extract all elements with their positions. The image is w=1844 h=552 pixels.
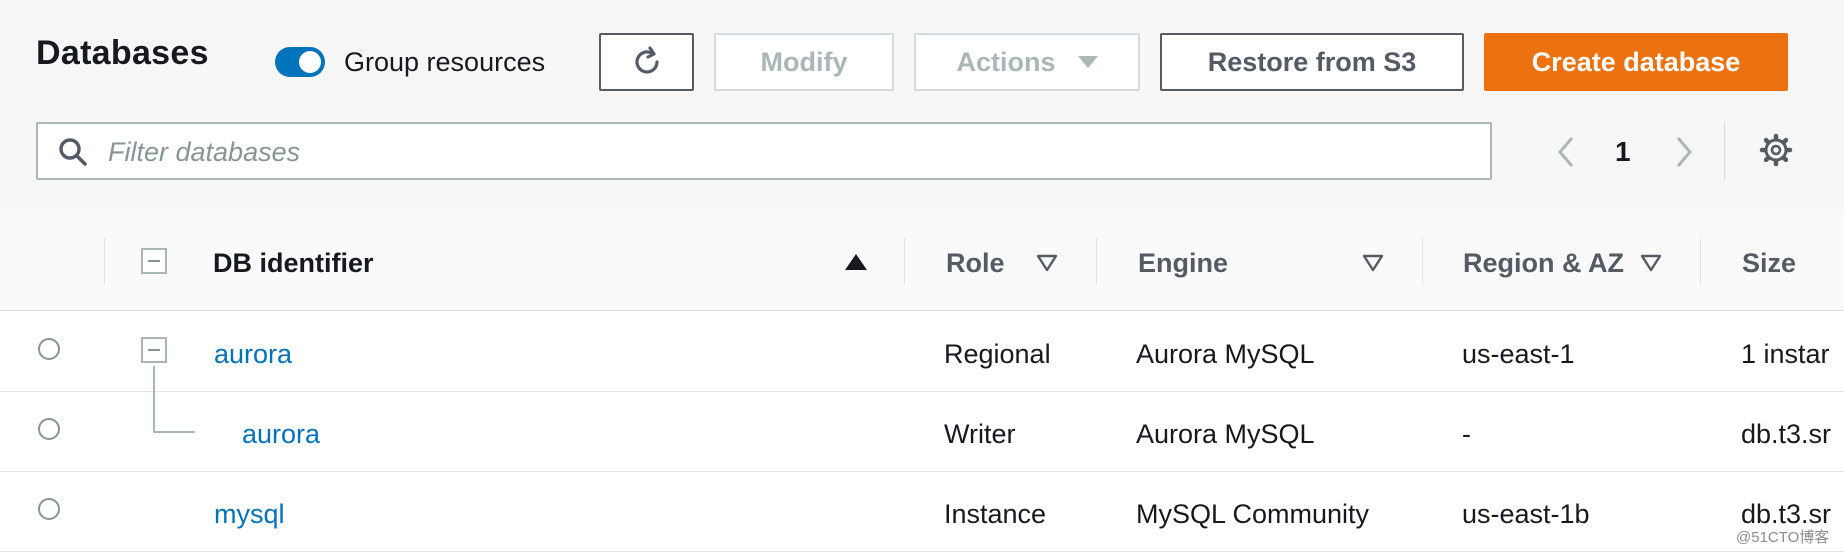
tree-connector	[153, 366, 155, 432]
db-identifier-link[interactable]: mysql	[214, 499, 285, 530]
actions-button-label: Actions	[956, 46, 1056, 77]
region-cell: us-east-1b	[1462, 499, 1590, 529]
previous-page-icon[interactable]	[1554, 134, 1578, 170]
search-field[interactable]	[36, 122, 1492, 180]
db-identifier-link[interactable]: aurora	[214, 339, 292, 370]
role-cell: Regional	[944, 339, 1051, 369]
toggle-knob	[299, 51, 321, 73]
collapse-row-icon[interactable]	[141, 337, 167, 363]
size-cell: 1 instar	[1741, 339, 1830, 369]
column-role[interactable]: Role	[946, 248, 1005, 279]
actions-button[interactable]: Actions	[914, 33, 1140, 91]
column-size[interactable]: Size	[1742, 248, 1796, 279]
refresh-icon	[634, 46, 659, 74]
column-divider	[1700, 238, 1701, 284]
sort-icon[interactable]	[1036, 254, 1058, 272]
gear-icon[interactable]	[1758, 132, 1794, 168]
search-icon	[59, 138, 87, 166]
column-divider	[904, 238, 905, 284]
table-row[interactable]: mysql Instance MySQL Community us-east-1…	[0, 472, 1844, 552]
column-db-identifier[interactable]: DB identifier	[213, 248, 374, 279]
db-identifier-link[interactable]: aurora	[242, 419, 320, 450]
region-cell: us-east-1	[1462, 339, 1575, 369]
role-cell: Writer	[944, 419, 1016, 449]
modify-button-label: Modify	[760, 46, 848, 77]
refresh-button[interactable]	[599, 33, 694, 91]
caret-down-icon	[1077, 56, 1098, 68]
page-title: Databases	[36, 34, 209, 72]
column-divider	[1422, 238, 1423, 284]
row-select-radio[interactable]	[38, 418, 60, 440]
group-resources-label: Group resources	[344, 47, 546, 77]
watermark: @51CTO博客	[1736, 529, 1830, 546]
table-row[interactable]: aurora Writer Aurora MySQL - db.t3.sr	[0, 392, 1844, 472]
role-cell: Instance	[944, 499, 1047, 529]
column-divider	[1096, 238, 1097, 284]
row-select-radio[interactable]	[38, 498, 60, 520]
region-cell: -	[1462, 419, 1471, 449]
create-button-label: Create database	[1531, 46, 1741, 77]
restore-from-s3-button[interactable]: Restore from S3	[1160, 33, 1464, 91]
sort-ascending-icon[interactable]	[844, 252, 868, 272]
column-divider	[104, 238, 105, 284]
create-database-button[interactable]: Create database	[1484, 33, 1788, 91]
column-engine[interactable]: Engine	[1138, 248, 1228, 279]
search-input[interactable]	[106, 132, 1470, 172]
column-region-az[interactable]: Region & AZ	[1463, 248, 1624, 279]
page-header: Databases Group resources Modify Actions…	[0, 0, 1844, 213]
restore-button-label: Restore from S3	[1207, 46, 1417, 77]
row-select-radio[interactable]	[38, 338, 60, 360]
current-page-number[interactable]: 1	[1615, 136, 1631, 168]
engine-cell: MySQL Community	[1136, 499, 1370, 529]
collapse-all-icon[interactable]	[141, 248, 167, 274]
table-header: DB identifier Role Engine Region & AZ Si…	[0, 212, 1844, 311]
size-cell: db.t3.sr	[1741, 419, 1832, 449]
next-page-icon[interactable]	[1672, 134, 1696, 170]
sort-icon[interactable]	[1640, 254, 1662, 272]
engine-cell: Aurora MySQL	[1136, 339, 1315, 369]
sort-icon[interactable]	[1362, 254, 1384, 272]
pager-divider	[1724, 122, 1725, 180]
engine-cell: Aurora MySQL	[1136, 419, 1315, 449]
modify-button[interactable]: Modify	[714, 33, 894, 91]
group-resources-toggle[interactable]	[275, 47, 325, 77]
tree-connector	[153, 431, 195, 433]
table-row[interactable]: aurora Regional Aurora MySQL us-east-1 1…	[0, 312, 1844, 392]
